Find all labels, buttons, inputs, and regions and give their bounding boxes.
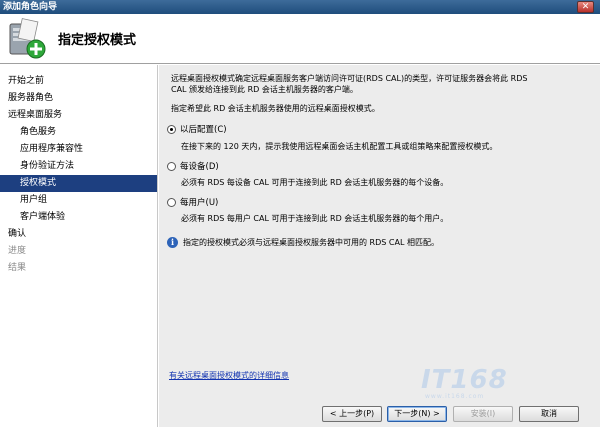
option-configure-later-label: 以后配置(C) — [180, 125, 227, 135]
server-add-icon — [9, 18, 46, 59]
learn-more-link[interactable]: 有关远程桌面授权模式的详细信息 — [169, 370, 289, 381]
window-title: 添加角色向导 — [3, 2, 58, 12]
nav-item-server-roles[interactable]: 服务器角色 — [0, 90, 157, 107]
intro-text: 远程桌面授权模式确定远程桌面服务客户端访问许可证(RDS CAL)的类型，许可证… — [171, 73, 591, 95]
nav-item-results: 结果 — [8, 263, 27, 273]
question-text: 指定希望此 RD 会话主机服务器使用的远程桌面授权模式。 — [171, 104, 380, 113]
intro-line-2: CAL 颁发给连接到此 RD 会话主机服务器的客户端。 — [171, 85, 358, 94]
nav-item-before-you-begin[interactable]: 开始之前 — [0, 73, 157, 90]
wizard-header: 指定授权模式 — [0, 14, 600, 64]
option-configure-later-description: 在接下来的 120 天内，提示我使用远程桌面会话主机配置工具或组策略来配置授权模… — [181, 142, 498, 151]
close-button[interactable]: ✕ — [577, 1, 594, 13]
radio-per-user[interactable] — [167, 197, 176, 207]
info-note: i 指定的授权模式必须与远程桌面授权服务器中可用的 RDS CAL 相匹配。 — [167, 237, 439, 248]
option-per-device-label: 每设备(D) — [180, 162, 219, 172]
nav-item-confirmation[interactable]: 确认 — [0, 226, 157, 243]
nav-item-licensing-mode[interactable]: 授权模式 — [0, 175, 157, 192]
info-icon: i — [167, 237, 178, 248]
nav-item-app-compatibility[interactable]: 应用程序兼容性 — [0, 141, 157, 158]
option-per-user[interactable]: 每用户(U) — [167, 196, 218, 208]
page-title: 指定授权模式 — [58, 33, 137, 48]
nav-item-progress: 进度 — [8, 246, 27, 256]
nav-item-role-services[interactable]: 角色服务 — [0, 124, 157, 141]
back-button[interactable]: < 上一步(P) — [322, 406, 382, 422]
main-content: 远程桌面授权模式确定远程桌面服务客户端访问许可证(RDS CAL)的类型，许可证… — [159, 65, 600, 403]
info-text: 指定的授权模式必须与远程桌面授权服务器中可用的 RDS CAL 相匹配。 — [183, 238, 439, 247]
install-button: 安装(I) — [453, 406, 513, 422]
radio-configure-later[interactable] — [167, 124, 176, 134]
nav-item-client-experience[interactable]: 客户端体验 — [0, 209, 157, 226]
option-per-device-description: 必须有 RDS 每设备 CAL 可用于连接到此 RD 会话主机服务器的每个设备。 — [181, 178, 449, 187]
option-per-user-label: 每用户(U) — [180, 198, 219, 208]
watermark-url: www.it168.com — [425, 393, 485, 400]
window-titlebar: 添加角色向导 ✕ — [0, 0, 600, 14]
radio-per-device[interactable] — [167, 161, 176, 171]
nav-item-user-groups[interactable]: 用户组 — [0, 192, 157, 209]
option-per-user-description: 必须有 RDS 每用户 CAL 可用于连接到此 RD 会话主机服务器的每个用户。 — [181, 214, 449, 223]
watermark-logo: IT168 — [421, 365, 508, 395]
wizard-steps-nav: 开始之前 服务器角色 远程桌面服务 角色服务 应用程序兼容性 身份验证方法 授权… — [0, 65, 158, 427]
wizard-footer: < 上一步(P) 下一步(N) > 安装(I) 取消 — [159, 403, 600, 427]
intro-line-1: 远程桌面授权模式确定远程桌面服务客户端访问许可证(RDS CAL)的类型，许可证… — [171, 74, 528, 83]
option-configure-later[interactable]: 以后配置(C) — [167, 123, 227, 135]
next-button[interactable]: 下一步(N) > — [387, 406, 447, 422]
cancel-button[interactable]: 取消 — [519, 406, 579, 422]
nav-item-authentication-method[interactable]: 身份验证方法 — [0, 158, 157, 175]
nav-item-remote-desktop-services[interactable]: 远程桌面服务 — [0, 107, 157, 124]
close-icon: ✕ — [581, 2, 590, 12]
option-per-device[interactable]: 每设备(D) — [167, 160, 219, 172]
